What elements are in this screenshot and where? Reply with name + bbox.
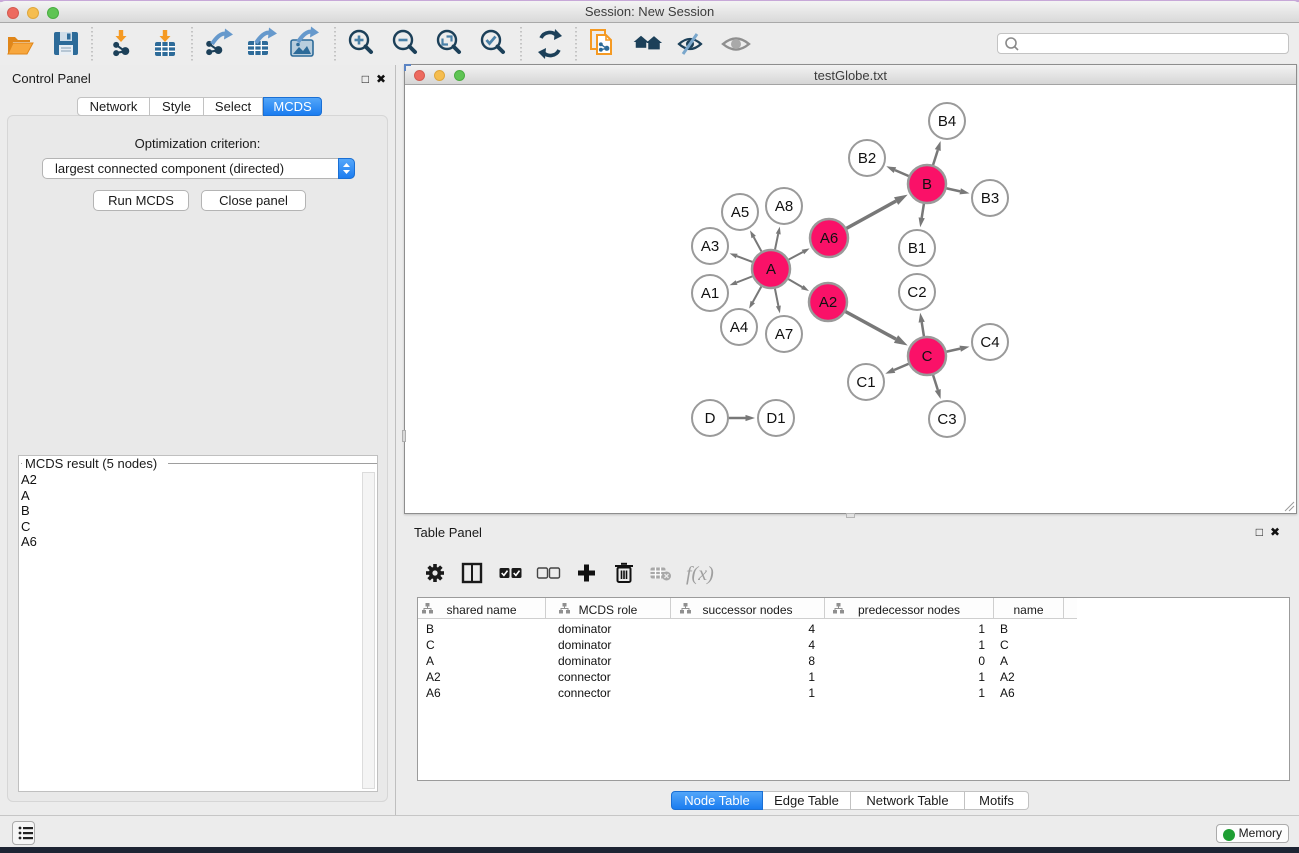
svg-text:D: D	[705, 410, 716, 427]
svg-text:B2: B2	[858, 150, 876, 167]
svg-text:C1: C1	[856, 374, 875, 391]
svg-text:C4: C4	[980, 334, 999, 351]
svg-text:C2: C2	[907, 284, 926, 301]
svg-text:A2: A2	[819, 294, 837, 311]
svg-text:C3: C3	[937, 411, 956, 428]
svg-text:A7: A7	[775, 326, 793, 343]
svg-text:f(x): f(x)	[686, 563, 714, 585]
svg-text:A8: A8	[775, 198, 793, 215]
svg-text:A4: A4	[730, 319, 748, 336]
svg-text:C: C	[922, 348, 933, 365]
svg-text:A5: A5	[731, 204, 749, 221]
svg-text:A3: A3	[701, 238, 719, 255]
svg-text:A: A	[766, 261, 776, 278]
svg-text:D1: D1	[766, 410, 785, 427]
svg-text:B: B	[922, 176, 932, 193]
svg-text:A6: A6	[820, 230, 838, 247]
svg-text:A1: A1	[701, 285, 719, 302]
svg-text:B4: B4	[938, 113, 956, 130]
svg-text:B1: B1	[908, 240, 926, 257]
svg-text:B3: B3	[981, 190, 999, 207]
